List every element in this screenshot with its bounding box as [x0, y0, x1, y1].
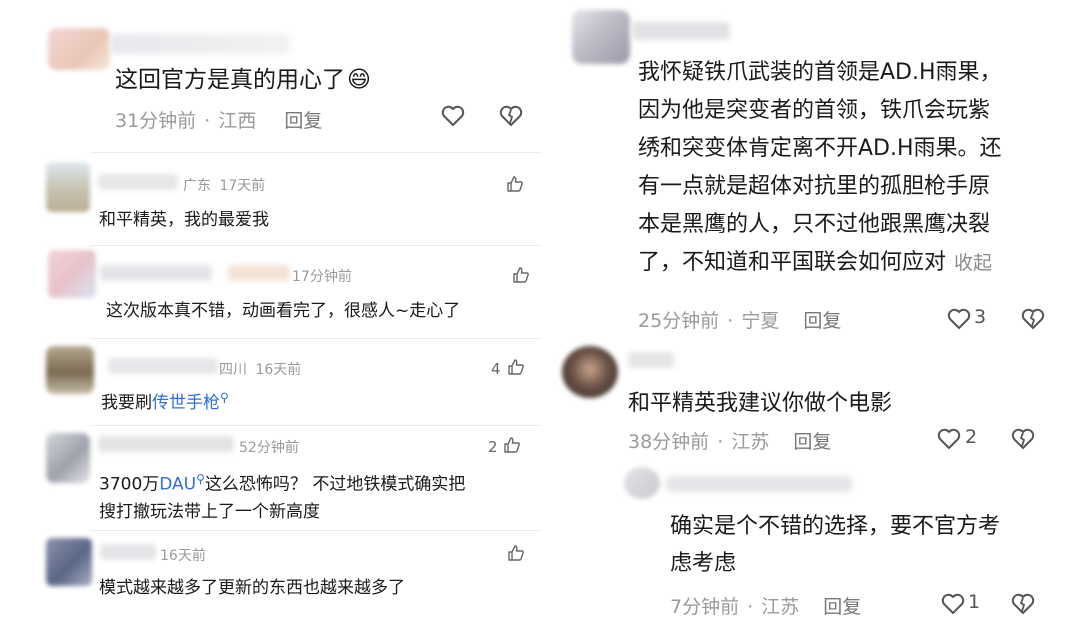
- divider: [90, 530, 542, 531]
- comment-meta: 38分钟前 · 江苏 回复: [628, 431, 832, 453]
- avatar[interactable]: [46, 162, 90, 212]
- reply-button[interactable]: 回复: [284, 110, 322, 132]
- username-blurred[interactable]: [666, 476, 852, 492]
- heart-icon[interactable]: [937, 428, 961, 450]
- comment-meta: 17分钟前: [292, 266, 352, 286]
- comment-text: 和平精英，我的最爱我: [99, 210, 269, 230]
- username-blurred[interactable]: [98, 174, 178, 190]
- thumbs-up-icon[interactable]: [507, 544, 525, 562]
- like-count: 4: [491, 360, 501, 378]
- avatar[interactable]: [46, 433, 90, 483]
- search-link[interactable]: 传世手枪: [152, 393, 220, 413]
- comment-time: 17分钟前: [292, 269, 352, 285]
- username-blurred[interactable]: [632, 22, 730, 40]
- comment-region: 宁夏: [741, 310, 780, 332]
- comment-meta: 7分钟前 · 江苏 回复: [670, 596, 862, 618]
- comment-region: 江苏: [761, 596, 800, 618]
- avatar[interactable]: [624, 467, 660, 499]
- broken-heart-icon[interactable]: [1021, 308, 1045, 330]
- comment-text: 这回官方是真的用心了😄: [115, 67, 371, 93]
- broken-heart-icon[interactable]: [1011, 428, 1035, 450]
- username-blurred[interactable]: [110, 34, 290, 54]
- username-blurred[interactable]: [100, 544, 156, 560]
- comment-meta: 25分钟前 · 宁夏 回复: [638, 310, 842, 332]
- thumbs-up-icon[interactable]: [506, 175, 524, 193]
- search-icon[interactable]: ⚲: [220, 390, 229, 404]
- thumbs-up-icon[interactable]: [507, 358, 525, 376]
- avatar[interactable]: [48, 250, 96, 298]
- comment-text: 和平精英我建议你做个电影: [628, 391, 893, 416]
- divider: [90, 338, 542, 339]
- search-icon[interactable]: ⚲: [196, 472, 205, 486]
- divider: [90, 425, 542, 426]
- comment-time: 16天前: [160, 548, 206, 564]
- search-link[interactable]: DAU: [159, 475, 196, 495]
- comment-meta: 广东 17天前: [183, 175, 265, 195]
- like-count: 3: [974, 306, 987, 328]
- broken-heart-icon[interactable]: [499, 105, 523, 127]
- comment-time: 16天前: [255, 362, 302, 378]
- username-blurred[interactable]: [98, 436, 234, 452]
- comment-text: 模式越来越多了更新的东西也越来越多了: [99, 578, 405, 598]
- like-count: 2: [965, 426, 978, 448]
- username-blurred[interactable]: [228, 265, 290, 281]
- comment-meta: 四川 16天前: [219, 359, 301, 379]
- comment-time: 38分钟前: [628, 431, 710, 453]
- like-count: 2: [488, 438, 498, 456]
- comment-meta: 52分钟前: [239, 437, 299, 457]
- username-blurred[interactable]: [108, 358, 218, 374]
- comment-time: 52分钟前: [239, 440, 299, 456]
- comment-region: 四川: [219, 362, 247, 378]
- comment-time: 17天前: [219, 178, 266, 194]
- collapse-button[interactable]: 收起: [954, 252, 992, 274]
- broken-heart-icon[interactable]: [1011, 593, 1035, 615]
- comment-time: 25分钟前: [638, 310, 720, 332]
- reply-button[interactable]: 回复: [803, 310, 841, 332]
- username-blurred[interactable]: [100, 265, 212, 281]
- reply-button[interactable]: 回复: [823, 596, 861, 618]
- comment-time: 7分钟前: [670, 596, 740, 618]
- like-count: 1: [968, 591, 981, 613]
- comment-meta: 31分钟前 · 江西 回复: [115, 110, 323, 132]
- comment-text: 3700万DAU⚲这么恐怖吗？ 不过地铁模式确实把 搜打撤玩法带上了一个新高度: [99, 472, 466, 522]
- divider: [90, 152, 542, 153]
- avatar[interactable]: [48, 28, 110, 70]
- avatar[interactable]: [572, 10, 630, 64]
- divider: [90, 245, 542, 246]
- reply-button[interactable]: 回复: [793, 431, 831, 453]
- comment-region: 江苏: [731, 431, 770, 453]
- avatar[interactable]: [46, 346, 94, 394]
- heart-icon[interactable]: [441, 105, 465, 127]
- comment-time: 31分钟前: [115, 110, 197, 132]
- comment-text: 确实是个不错的选择，要不官方考 虑考虑: [670, 514, 1001, 576]
- thumbs-up-icon[interactable]: [512, 266, 530, 284]
- heart-icon[interactable]: [941, 593, 965, 615]
- avatar[interactable]: [46, 538, 92, 586]
- comment-text: 我要刷传世手枪⚲: [101, 390, 229, 413]
- thumbs-up-icon[interactable]: [503, 436, 521, 454]
- comment-text: 这次版本真不错，动画看完了，很感人~走心了: [106, 301, 461, 321]
- comment-region: 江西: [218, 110, 257, 132]
- heart-icon[interactable]: [947, 308, 971, 330]
- comment-meta: 16天前: [160, 545, 206, 565]
- grin-emoji-icon: 😄: [347, 67, 371, 93]
- avatar[interactable]: [562, 346, 618, 398]
- comment-region: 广东: [183, 178, 211, 194]
- username-blurred[interactable]: [628, 352, 674, 368]
- comment-text: 我怀疑铁爪武装的首领是AD.H雨果， 因为他是突变者的首领，铁爪会玩紫 绣和突变…: [638, 60, 1002, 275]
